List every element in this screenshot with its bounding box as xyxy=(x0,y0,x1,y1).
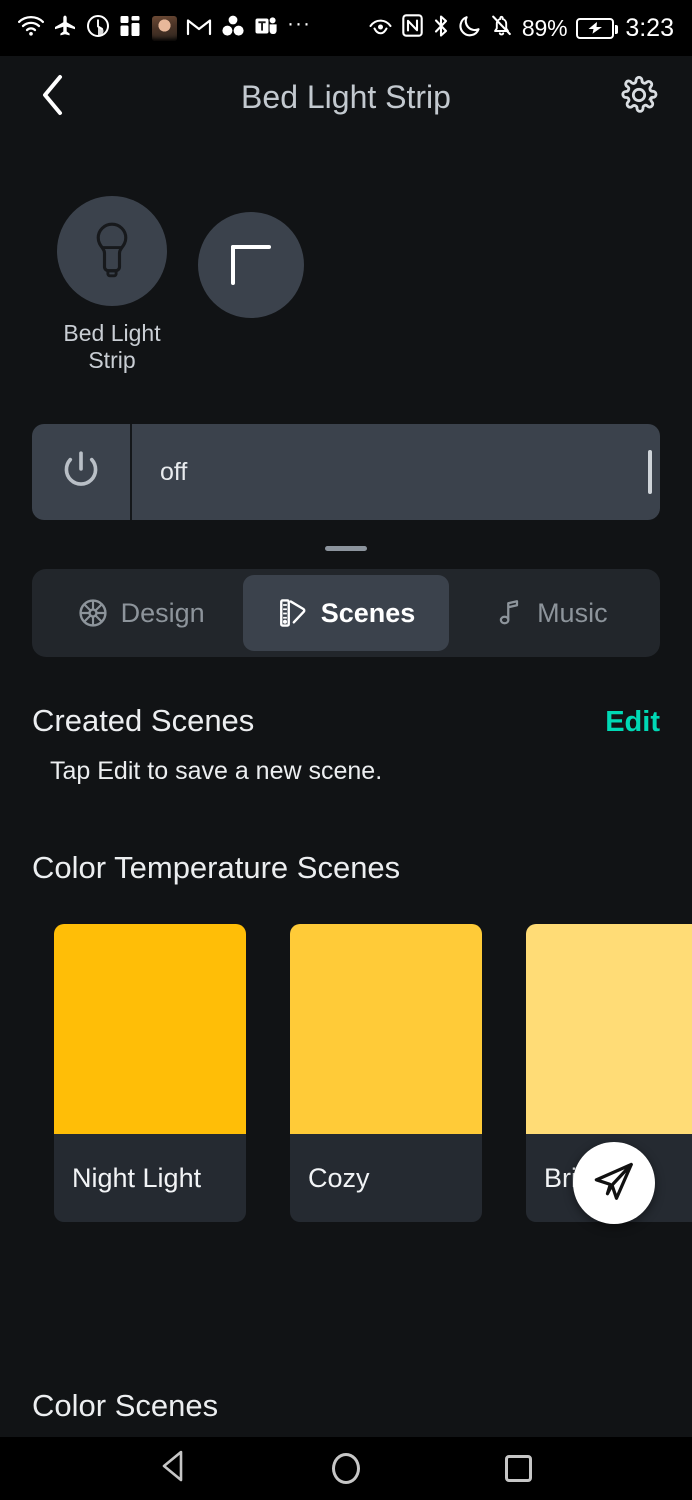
nav-home-button[interactable] xyxy=(319,1442,373,1496)
nav-recents-button[interactable] xyxy=(491,1442,545,1496)
nav-back-button[interactable] xyxy=(147,1442,201,1496)
tab-design[interactable]: Design xyxy=(38,575,243,651)
bluetooth-icon xyxy=(432,14,450,43)
send-icon xyxy=(591,1158,637,1209)
scene-name-label: Cozy xyxy=(308,1162,370,1193)
device-item-bed-light-strip[interactable]: Bed Light Strip xyxy=(56,196,168,374)
clock-label: 3:23 xyxy=(625,13,674,42)
triangle-back-icon xyxy=(158,1449,190,1488)
power-state-label: off xyxy=(160,457,188,486)
scene-card-footer: Night Light xyxy=(54,1134,246,1223)
color-temperature-scenes-title: Color Temperature Scenes xyxy=(32,850,401,886)
avatar-notification-icon xyxy=(152,15,177,41)
microsoft-teams-icon xyxy=(254,15,278,42)
back-button[interactable] xyxy=(30,74,76,120)
battery-percent-label: 89% xyxy=(521,14,568,41)
scene-card-night-light[interactable]: Night Light xyxy=(54,924,246,1223)
tab-bar-section: Design Scenes Music xyxy=(0,551,692,658)
square-recents-icon xyxy=(504,1455,532,1482)
created-scenes-title: Created Scenes xyxy=(32,703,255,739)
ringer-muted-icon xyxy=(490,14,513,42)
scene-name-label: Night Light xyxy=(72,1162,202,1193)
tab-scenes-label: Scenes xyxy=(320,597,416,628)
status-bar-right-icons: 89% 3:23 xyxy=(368,14,674,43)
brightness-slider[interactable]: off xyxy=(132,424,660,520)
more-notifications-icon: ··· xyxy=(287,12,311,35)
do-not-disturb-icon xyxy=(459,14,481,42)
android-nav-bar xyxy=(0,1437,692,1500)
device-icon-bubble[interactable] xyxy=(57,196,167,306)
wifi-icon xyxy=(17,15,45,42)
scene-swatch xyxy=(54,924,246,1135)
eye-comfort-icon xyxy=(368,15,393,42)
created-scenes-header: Created Scenes Edit xyxy=(0,657,692,739)
settings-button[interactable] xyxy=(616,74,662,120)
tab-scenes[interactable]: Scenes xyxy=(243,575,449,652)
color-wheel-icon xyxy=(77,597,109,629)
google-drive-icon xyxy=(221,14,245,43)
gear-icon xyxy=(619,75,659,120)
send-scene-fab[interactable] xyxy=(573,1142,655,1224)
chevron-left-icon xyxy=(38,73,68,122)
app-screen: ··· 89% 3:23 Bed Light Strip Bed Light S… xyxy=(0,0,692,1500)
plus-icon xyxy=(231,245,271,285)
device-label: Bed Light Strip xyxy=(63,320,161,374)
app-notification-icon xyxy=(119,14,143,43)
nfc-icon xyxy=(402,14,423,42)
tab-music-label: Music xyxy=(537,597,608,628)
device-list: Bed Light Strip xyxy=(0,138,692,374)
status-bar-left-icons: ··· xyxy=(17,12,311,43)
app-bar: Bed Light Strip xyxy=(0,56,692,138)
created-scenes-empty-hint: Tap Edit to save a new scene. xyxy=(50,757,383,786)
battery-charging-icon xyxy=(576,17,619,39)
scene-swatch xyxy=(290,924,482,1135)
power-bar-section: off xyxy=(0,374,692,552)
airplane-mode-icon xyxy=(53,14,77,43)
page-title: Bed Light Strip xyxy=(241,78,451,115)
screen-timer-icon xyxy=(86,14,110,43)
brightness-slider-handle[interactable] xyxy=(648,450,652,495)
gmail-icon xyxy=(186,15,212,42)
power-icon xyxy=(58,447,104,498)
add-device-button[interactable] xyxy=(198,212,304,318)
tab-design-label: Design xyxy=(120,597,205,628)
scene-card-cozy[interactable]: Cozy xyxy=(290,924,482,1223)
music-note-icon xyxy=(495,597,525,629)
palette-swatch-icon xyxy=(277,597,309,629)
scene-swatch xyxy=(526,924,692,1135)
power-toggle-button[interactable] xyxy=(32,424,132,521)
power-bar: off xyxy=(32,424,660,521)
status-bar: ··· 89% 3:23 xyxy=(0,0,692,56)
circle-home-icon xyxy=(332,1453,360,1484)
color-scenes-title: Color Scenes xyxy=(32,1388,219,1423)
scene-card-footer: Cozy xyxy=(290,1134,482,1223)
tab-bar: Design Scenes Music xyxy=(32,569,660,658)
edit-scenes-button[interactable]: Edit xyxy=(605,706,660,739)
light-bulb-icon xyxy=(87,220,137,283)
tab-music[interactable]: Music xyxy=(449,575,654,651)
